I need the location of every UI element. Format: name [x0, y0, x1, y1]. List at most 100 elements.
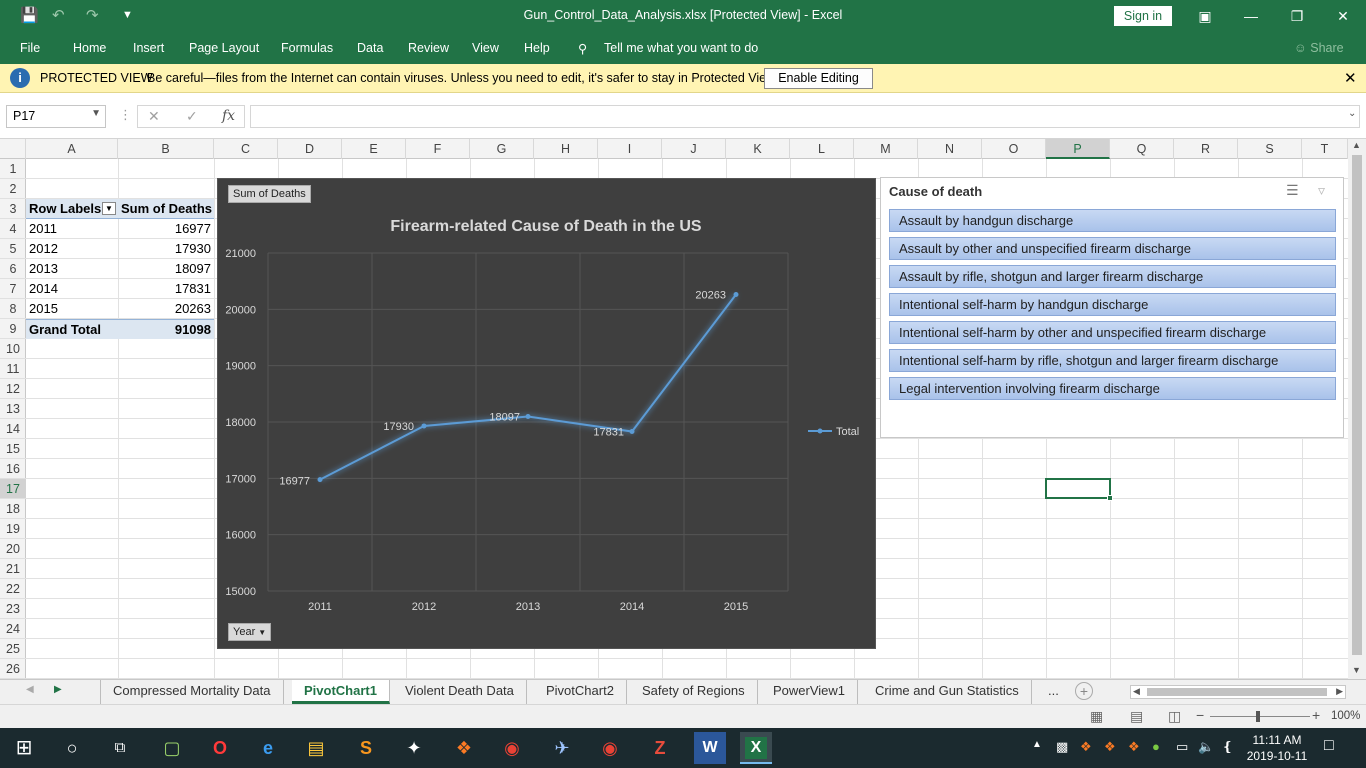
add-sheet-icon[interactable]: +	[1075, 682, 1093, 700]
sheet-tab[interactable]: PivotChart2	[534, 680, 627, 704]
page-break-view-icon[interactable]: ◫	[1168, 708, 1181, 725]
expand-formula-icon[interactable]: ⌄	[1348, 108, 1356, 119]
column-header[interactable]: N	[918, 139, 982, 159]
column-header[interactable]: O	[982, 139, 1046, 159]
restore-button[interactable]: ❐	[1274, 0, 1320, 32]
sheet-tab[interactable]: Safety of Regions	[630, 680, 758, 704]
tray-xampp-icon-3[interactable]: ❖	[1128, 739, 1140, 755]
sheet-tab[interactable]: Compressed Mortality Data	[100, 680, 284, 704]
row-header[interactable]: 26	[0, 659, 26, 679]
notifications-icon[interactable]: □	[1324, 737, 1334, 755]
tray-xampp-icon-2[interactable]: ❖	[1104, 739, 1116, 755]
column-header[interactable]: T	[1302, 139, 1348, 159]
row-header[interactable]: 15	[0, 439, 26, 459]
tray-expand-icon[interactable]: ▲	[1032, 739, 1042, 750]
row-header[interactable]: 13	[0, 399, 26, 419]
row-header[interactable]: 16	[0, 459, 26, 479]
pivot-row-label[interactable]: 2013	[26, 259, 118, 279]
axis-field-button[interactable]: Year ▼	[228, 623, 272, 641]
pivot-row-value[interactable]: 16977	[118, 219, 214, 239]
tab-help[interactable]: Help	[524, 41, 550, 55]
cancel-icon[interactable]: ✕	[148, 108, 160, 125]
row-header[interactable]: 10	[0, 339, 26, 359]
slicer-item[interactable]: Assault by other and unspecified firearm…	[889, 237, 1336, 260]
row-header[interactable]: 2	[0, 179, 26, 199]
enable-editing-button[interactable]: Enable Editing	[764, 68, 873, 89]
scroll-tabs-left-icon[interactable]: ◀	[26, 684, 34, 695]
column-header[interactable]: B	[118, 139, 214, 159]
column-header[interactable]: L	[790, 139, 854, 159]
column-header[interactable]: D	[278, 139, 342, 159]
pivot-row-label[interactable]: 2012	[26, 239, 118, 259]
row-header[interactable]: 18	[0, 499, 26, 519]
scroll-left-icon[interactable]: ◀	[1133, 686, 1140, 697]
tab-file[interactable]: File	[20, 41, 40, 55]
sheet-tab[interactable]: Violent Death Data	[393, 680, 527, 704]
task-view-icon[interactable]: ⧉	[104, 732, 136, 764]
row-header[interactable]: 7	[0, 279, 26, 299]
horizontal-scrollbar[interactable]: ◀ ▶	[1130, 685, 1346, 699]
vertical-scrollbar[interactable]: ▲ ▼	[1348, 139, 1366, 679]
pivot-grand-total-value[interactable]: 91098	[118, 319, 214, 339]
row-header[interactable]: 23	[0, 599, 26, 619]
tab-home[interactable]: Home	[73, 41, 106, 55]
scroll-up-icon[interactable]: ▲	[1352, 140, 1361, 150]
pivot-header-row-labels[interactable]: Row Labels ▼	[26, 199, 118, 219]
column-header[interactable]: J	[662, 139, 726, 159]
row-header[interactable]: 14	[0, 419, 26, 439]
share-button[interactable]: ☺ Share	[1294, 41, 1344, 55]
filezilla-icon[interactable]: Z	[644, 732, 676, 764]
column-header[interactable]: C	[214, 139, 278, 159]
pivot-row-value[interactable]: 17930	[118, 239, 214, 259]
select-all-corner[interactable]	[0, 139, 26, 159]
slicer-item[interactable]: Legal intervention involving firearm dis…	[889, 377, 1336, 400]
slicer-item[interactable]: Assault by handgun discharge	[889, 209, 1336, 232]
ribbon-display-options-icon[interactable]: ▣	[1182, 0, 1228, 32]
row-header[interactable]: 12	[0, 379, 26, 399]
column-header[interactable]: H	[534, 139, 598, 159]
app-icon-1[interactable]: ▢	[156, 732, 188, 764]
name-box[interactable]: P17 ▼	[6, 105, 106, 128]
pivot-row-value[interactable]: 18097	[118, 259, 214, 279]
excel-icon[interactable]: X	[740, 732, 772, 764]
row-header[interactable]: 5	[0, 239, 26, 259]
pivot-row-value[interactable]: 20263	[118, 299, 214, 319]
normal-view-icon[interactable]: ▦	[1090, 708, 1103, 725]
slicer-item[interactable]: Intentional self-harm by other and unspe…	[889, 321, 1336, 344]
chevron-down-icon[interactable]: ▼	[91, 108, 101, 119]
pivot-row-value[interactable]: 17831	[118, 279, 214, 299]
zoom-in-icon[interactable]: +	[1312, 707, 1320, 723]
multi-select-icon[interactable]: ☰	[1286, 182, 1299, 199]
close-button[interactable]: ✕	[1320, 0, 1366, 32]
pivot-chart[interactable]: Sum of Deaths Firearm-related Cause of D…	[217, 178, 876, 649]
sign-in-button[interactable]: Sign in	[1114, 6, 1172, 26]
row-header[interactable]: 8	[0, 299, 26, 319]
column-header[interactable]: F	[406, 139, 470, 159]
tab-insert[interactable]: Insert	[133, 41, 164, 55]
clear-filter-icon[interactable]: ▿	[1318, 182, 1325, 199]
scroll-thumb[interactable]	[1352, 155, 1362, 655]
sheet-tab-active[interactable]: PivotChart1	[292, 680, 390, 704]
row-header[interactable]: 11	[0, 359, 26, 379]
zoom-slider[interactable]	[1210, 711, 1310, 722]
column-header[interactable]: G	[470, 139, 534, 159]
row-header[interactable]: 4	[0, 219, 26, 239]
sheet-tab[interactable]: Crime and Gun Statistics	[863, 680, 1032, 704]
tray-xampp-icon[interactable]: ❖	[1080, 739, 1092, 755]
sheet-tab[interactable]: PowerView1	[761, 680, 859, 704]
selected-cell[interactable]	[1045, 478, 1113, 501]
scroll-down-icon[interactable]: ▼	[1352, 665, 1361, 675]
chrome-icon[interactable]: ◉	[496, 732, 528, 764]
row-header[interactable]: 9	[0, 319, 26, 339]
volume-icon[interactable]: 🔈	[1198, 739, 1214, 755]
snipping-tool-icon[interactable]: ✦	[398, 732, 430, 764]
word-icon[interactable]: W	[694, 732, 726, 764]
column-header[interactable]: M	[854, 139, 918, 159]
windows-start-icon[interactable]: ⊞	[8, 732, 40, 764]
column-header[interactable]: E	[342, 139, 406, 159]
column-header[interactable]: K	[726, 139, 790, 159]
scroll-right-icon[interactable]: ▶	[1336, 686, 1343, 697]
row-header[interactable]: 22	[0, 579, 26, 599]
column-header[interactable]: S	[1238, 139, 1302, 159]
row-header[interactable]: 24	[0, 619, 26, 639]
